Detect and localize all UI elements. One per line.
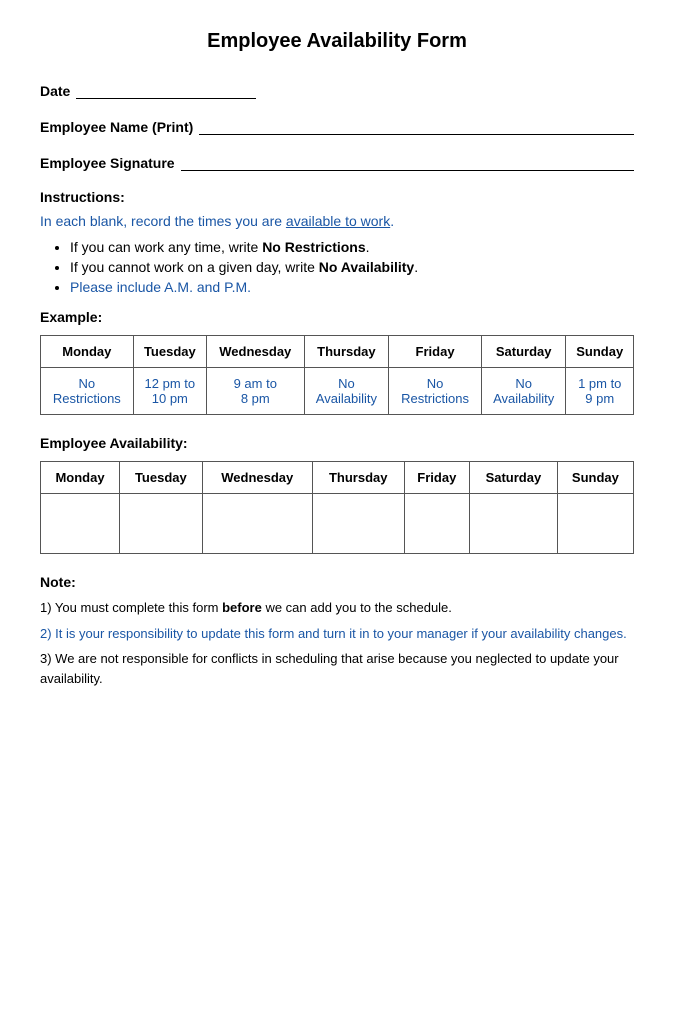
bullet-3: Please include A.M. and P.M. (70, 279, 634, 295)
avail-cell-thursday[interactable] (312, 494, 404, 554)
note-line-2: 2) It is your responsibility to update t… (40, 624, 634, 644)
avail-cell-friday[interactable] (404, 494, 469, 554)
example-cell-friday: NoRestrictions (389, 368, 482, 415)
date-line (76, 81, 256, 99)
example-col-wednesday: Wednesday (206, 336, 304, 368)
name-field-row: Employee Name (Print) (40, 117, 634, 135)
note-header: Note: (40, 574, 634, 590)
avail-col-thursday: Thursday (312, 462, 404, 494)
example-cell-tuesday: 12 pm to10 pm (133, 368, 206, 415)
instructions-intro: In each blank, record the times you are … (40, 213, 634, 229)
note-line-3: 3) We are not responsible for conflicts … (40, 649, 634, 688)
page-title: Employee Availability Form (40, 30, 634, 53)
signature-label: Employee Signature (40, 155, 175, 171)
date-field-row: Date (40, 81, 634, 99)
availability-table: Monday Tuesday Wednesday Thursday Friday… (40, 461, 634, 554)
example-col-tuesday: Tuesday (133, 336, 206, 368)
example-col-sunday: Sunday (566, 336, 634, 368)
example-header: Example: (40, 309, 634, 325)
instructions-bullets: If you can work any time, write No Restr… (40, 239, 634, 295)
avail-col-wednesday: Wednesday (202, 462, 312, 494)
example-col-monday: Monday (41, 336, 134, 368)
name-label: Employee Name (Print) (40, 119, 193, 135)
signature-line (181, 153, 634, 171)
avail-col-monday: Monday (41, 462, 120, 494)
avail-col-friday: Friday (404, 462, 469, 494)
avail-col-tuesday: Tuesday (120, 462, 203, 494)
example-cell-saturday: NoAvailability (481, 368, 566, 415)
avail-cell-saturday[interactable] (469, 494, 557, 554)
example-cell-sunday: 1 pm to9 pm (566, 368, 634, 415)
instructions-header: Instructions: (40, 189, 634, 205)
avail-col-sunday: Sunday (557, 462, 633, 494)
name-line (199, 117, 634, 135)
avail-col-saturday: Saturday (469, 462, 557, 494)
signature-field-row: Employee Signature (40, 153, 634, 171)
avail-cell-tuesday[interactable] (120, 494, 203, 554)
date-label: Date (40, 83, 70, 99)
avail-cell-sunday[interactable] (557, 494, 633, 554)
example-col-friday: Friday (389, 336, 482, 368)
example-cell-wednesday: 9 am to8 pm (206, 368, 304, 415)
note-line-1: 1) You must complete this form before we… (40, 598, 634, 618)
bullet-2: If you cannot work on a given day, write… (70, 259, 634, 275)
avail-cell-wednesday[interactable] (202, 494, 312, 554)
availability-header: Employee Availability: (40, 435, 634, 451)
avail-cell-monday[interactable] (41, 494, 120, 554)
example-col-saturday: Saturday (481, 336, 566, 368)
bullet-1: If you can work any time, write No Restr… (70, 239, 634, 255)
example-cell-thursday: NoAvailability (304, 368, 389, 415)
example-col-thursday: Thursday (304, 336, 389, 368)
example-cell-monday: NoRestrictions (41, 368, 134, 415)
example-table: Monday Tuesday Wednesday Thursday Friday… (40, 335, 634, 415)
